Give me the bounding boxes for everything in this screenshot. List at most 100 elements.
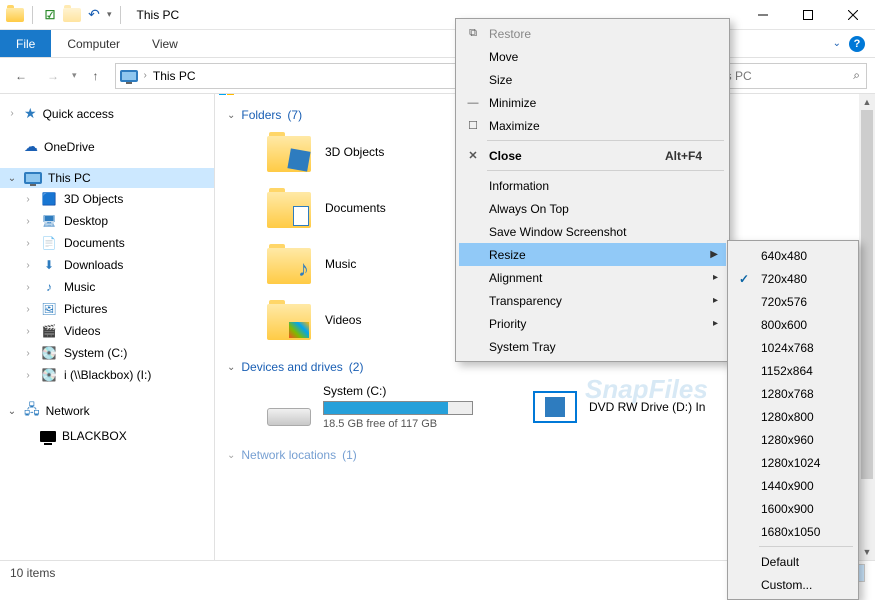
resize-option[interactable]: 1280x768 (731, 382, 855, 405)
ctx-save-screenshot[interactable]: Save Window Screenshot (459, 220, 726, 243)
tree-this-pc[interactable]: ⌄ This PC (0, 168, 214, 188)
dvd-icon (533, 391, 577, 423)
ribbon-tabs: File Computer View ⌄ ? (0, 30, 875, 58)
folder-label: Videos (325, 313, 361, 327)
ctx-priority[interactable]: Priority▸ (459, 312, 726, 335)
expand-icon[interactable]: › (22, 326, 34, 337)
tree-item[interactable]: ›🖼Pictures (0, 298, 214, 320)
folder-icon: ♪ (40, 279, 58, 295)
expand-icon[interactable]: › (22, 348, 34, 359)
tree-label: Documents (64, 236, 125, 250)
search-icon: ⌕ (853, 68, 860, 83)
vertical-scrollbar[interactable]: ▲ ▼ (859, 94, 875, 560)
resize-option[interactable]: 640x480 (731, 244, 855, 267)
maximize-button[interactable] (785, 0, 830, 30)
resize-option[interactable]: 1152x864 (731, 359, 855, 382)
tree-item[interactable]: ›💽i (\\Blackbox) (I:) (0, 364, 214, 386)
expand-icon[interactable]: › (22, 260, 34, 271)
folder-label: Documents (325, 201, 386, 215)
ctx-restore[interactable]: ⧉Restore (459, 22, 726, 45)
expand-icon[interactable]: › (22, 216, 34, 227)
resize-option[interactable]: 1440x900 (731, 474, 855, 497)
collapse-icon[interactable]: ⌄ (6, 406, 18, 417)
drive-system-c[interactable]: System (C:) 18.5 GB free of 117 GB (267, 384, 473, 430)
minimize-button[interactable] (740, 0, 785, 30)
tree-item[interactable]: ›📄Documents (0, 232, 214, 254)
resize-option-label: 1600x900 (761, 502, 814, 516)
tree-label: Network (46, 404, 90, 418)
ctx-always-on-top[interactable]: Always On Top (459, 197, 726, 220)
resize-option[interactable]: 1600x900 (731, 497, 855, 520)
expand-icon[interactable]: › (22, 370, 34, 381)
resize-option-label: 1280x768 (761, 387, 814, 401)
ctx-information[interactable]: Information (459, 174, 726, 197)
tree-quick-access[interactable]: › ★ Quick access (0, 102, 214, 125)
ctx-close[interactable]: ✕CloseAlt+F4 (459, 144, 726, 167)
breadcrumb-chevron-icon[interactable]: › (144, 70, 147, 81)
tree-item[interactable]: ›🎬Videos (0, 320, 214, 342)
explorer-icon[interactable] (6, 6, 24, 24)
expand-icon[interactable]: › (22, 194, 34, 205)
ctx-size[interactable]: Size (459, 68, 726, 91)
help-icon[interactable]: ? (849, 36, 865, 52)
ctx-move[interactable]: Move (459, 45, 726, 68)
tab-computer[interactable]: Computer (51, 30, 136, 57)
resize-option[interactable]: 1280x1024 (731, 451, 855, 474)
tree-item[interactable]: ›💽System (C:) (0, 342, 214, 364)
resize-option[interactable]: ✓720x480 (731, 267, 855, 290)
properties-icon[interactable]: ☑ (41, 6, 59, 24)
resize-option[interactable]: 1280x800 (731, 405, 855, 428)
tree-label: Music (64, 280, 95, 294)
resize-default[interactable]: Default (731, 550, 855, 573)
undo-icon[interactable]: ↶ (85, 6, 103, 24)
ctx-resize[interactable]: Resize▶ (459, 243, 726, 266)
ctx-transparency[interactable]: Transparency▸ (459, 289, 726, 312)
this-pc-icon (120, 70, 138, 82)
resize-option[interactable]: 1680x1050 (731, 520, 855, 543)
ctx-maximize[interactable]: ☐Maximize (459, 114, 726, 137)
cloud-icon: ☁ (24, 138, 38, 155)
this-pc-icon (24, 172, 42, 184)
chevron-down-icon: ⌄ (227, 110, 235, 121)
resize-option[interactable]: 1280x960 (731, 428, 855, 451)
tree-item[interactable]: ›🖥Desktop (0, 210, 214, 232)
scrollbar-thumb[interactable] (861, 110, 873, 479)
resize-option[interactable]: 800x600 (731, 313, 855, 336)
ctx-alignment[interactable]: Alignment▸ (459, 266, 726, 289)
up-button[interactable]: ↑ (83, 63, 109, 89)
resize-option[interactable]: 1024x768 (731, 336, 855, 359)
scroll-up-icon[interactable]: ▲ (859, 94, 875, 110)
tree-onedrive[interactable]: ☁ OneDrive (0, 135, 214, 158)
qat-dropdown-icon[interactable]: ▾ (107, 9, 112, 20)
drive-name: DVD RW Drive (D:) In (589, 400, 705, 414)
scroll-down-icon[interactable]: ▼ (859, 544, 875, 560)
ctx-minimize[interactable]: —Minimize (459, 91, 726, 114)
drive-dvd[interactable]: DVD RW Drive (D:) In (533, 384, 705, 430)
tree-item[interactable]: › ♪ Music (0, 276, 214, 298)
recent-dropdown-icon[interactable]: ▾ (72, 70, 77, 81)
expand-icon[interactable]: › (22, 238, 34, 249)
tree-item[interactable]: ›🟦3D Objects (0, 188, 214, 210)
group-count: (2) (349, 360, 364, 374)
expand-icon[interactable]: › (22, 304, 34, 315)
resize-option[interactable]: 720x576 (731, 290, 855, 313)
forward-button[interactable]: → (40, 63, 66, 89)
breadcrumb-location[interactable]: This PC (153, 69, 196, 83)
tab-file[interactable]: File (0, 30, 51, 57)
minimize-icon: — (465, 97, 481, 109)
ctx-system-tray[interactable]: System Tray (459, 335, 726, 358)
ribbon-expand-icon[interactable]: ⌄ (833, 38, 841, 49)
tab-view[interactable]: View (136, 30, 194, 57)
folder-icon (267, 300, 311, 340)
resize-custom[interactable]: Custom... (731, 573, 855, 596)
tree-blackbox[interactable]: BLACKBOX (0, 426, 214, 446)
expand-icon[interactable]: › (6, 108, 18, 119)
expand-icon[interactable]: › (22, 282, 34, 293)
tree-network[interactable]: ⌄ 🖧 Network (0, 396, 214, 426)
new-folder-icon[interactable] (63, 6, 81, 24)
collapse-icon[interactable]: ⌄ (6, 173, 18, 184)
tree-item[interactable]: ›⬇Downloads (0, 254, 214, 276)
back-button[interactable]: ← (8, 63, 34, 89)
close-button[interactable] (830, 0, 875, 30)
submenu-arrow-icon: ▸ (713, 318, 718, 329)
